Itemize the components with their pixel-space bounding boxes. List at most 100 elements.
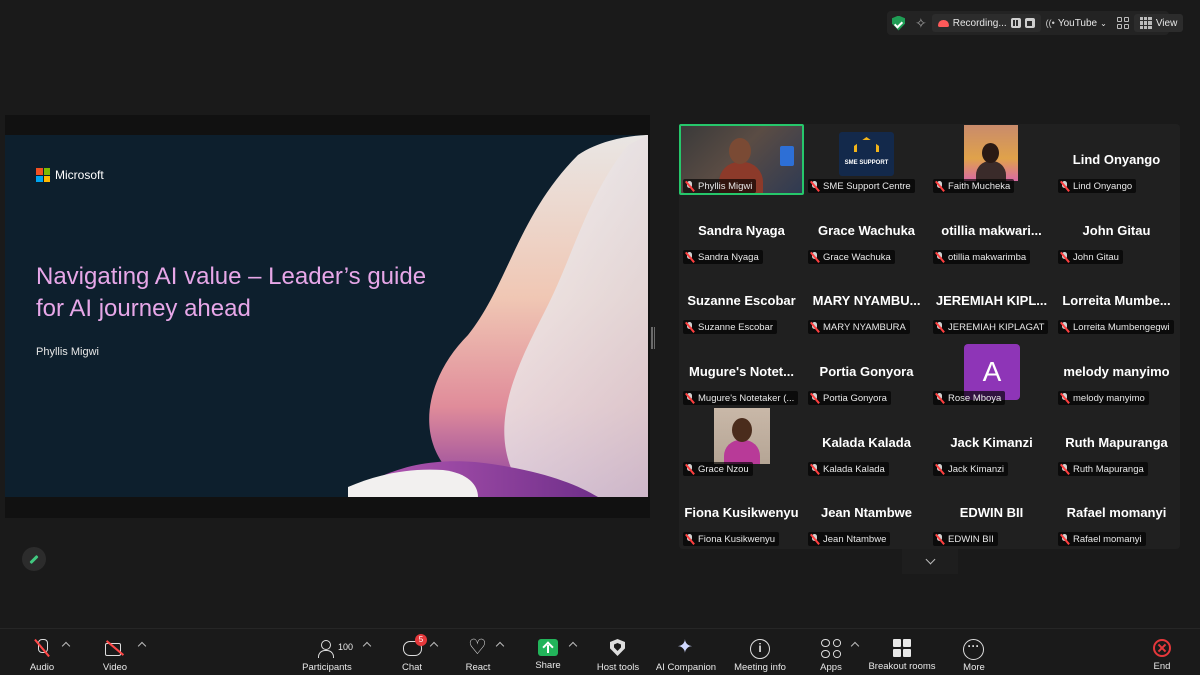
participant-label: Faith Mucheka bbox=[933, 179, 1015, 193]
mic-muted-icon bbox=[810, 180, 819, 192]
participant-name: Rafael momanyi bbox=[1066, 505, 1167, 520]
mic-muted-icon bbox=[935, 321, 944, 333]
video-button[interactable]: Video bbox=[95, 629, 135, 675]
more-button[interactable]: More bbox=[958, 629, 990, 675]
apps-button[interactable]: Apps bbox=[815, 629, 847, 675]
participant-tile[interactable]: Grace Nzou bbox=[679, 407, 804, 478]
chat-icon: 5 bbox=[401, 634, 427, 658]
recording-label: Recording... bbox=[952, 17, 1007, 29]
participant-tile[interactable]: EDWIN BII EDWIN BII bbox=[929, 477, 1054, 548]
meeting-info-button[interactable]: Meeting info bbox=[730, 629, 790, 675]
mic-muted-icon bbox=[31, 639, 53, 658]
participants-options-caret[interactable] bbox=[362, 641, 372, 651]
react-options-caret[interactable] bbox=[495, 641, 505, 651]
encryption-shield-icon[interactable] bbox=[887, 11, 910, 35]
livestream-menu[interactable]: ((• YouTube ⌄ bbox=[1041, 11, 1112, 35]
participant-label: MARY NYAMBURA bbox=[808, 320, 910, 334]
ai-companion-button[interactable]: AI Companion bbox=[654, 629, 718, 675]
participant-tile[interactable]: Lorreita Mumbe... Lorreita Mumbengegwi bbox=[1054, 265, 1179, 336]
react-button[interactable]: React bbox=[462, 629, 494, 675]
participant-tile[interactable]: otillia makwari... otillia makwarimba bbox=[929, 195, 1054, 266]
participant-tile[interactable]: melody manyimo melody manyimo bbox=[1054, 336, 1179, 407]
sme-support-logo: SME SUPPORT bbox=[839, 132, 894, 176]
annotate-pencil-button[interactable] bbox=[22, 547, 46, 571]
audio-button[interactable]: Audio bbox=[22, 629, 62, 675]
participant-tile[interactable]: MARY NYAMBU... MARY NYAMBURA bbox=[804, 265, 929, 336]
chat-options-caret[interactable] bbox=[429, 641, 439, 651]
participant-photo bbox=[714, 408, 770, 464]
pause-recording-button[interactable] bbox=[1010, 18, 1021, 28]
shared-screen[interactable]: Microsoft Navigating AI value – Leader’s… bbox=[5, 115, 650, 518]
participant-name: JEREMIAH KIPL... bbox=[935, 293, 1048, 308]
mic-muted-icon bbox=[935, 180, 944, 192]
mic-muted-icon bbox=[1060, 251, 1069, 263]
livestream-icon: ((• bbox=[1045, 18, 1055, 28]
participant-tile[interactable]: Jack Kimanzi Jack Kimanzi bbox=[929, 407, 1054, 478]
participant-name: Kalada Kalada bbox=[822, 435, 911, 450]
mic-muted-icon bbox=[935, 533, 944, 545]
participant-tile[interactable]: Fiona Kusikwenyu Fiona Kusikwenyu bbox=[679, 477, 804, 548]
participant-label: Phyllis Migwi bbox=[683, 179, 757, 193]
microsoft-wordmark: Microsoft bbox=[55, 168, 104, 182]
participant-tile[interactable]: John Gitau John Gitau bbox=[1054, 195, 1179, 266]
participant-tile[interactable]: Mugure's Notet... Mugure's Notetaker (..… bbox=[679, 336, 804, 407]
participant-label: Ruth Mapuranga bbox=[1058, 462, 1148, 476]
share-button[interactable]: Share bbox=[530, 629, 566, 675]
participant-tile[interactable]: SME SUPPORT SME Support Centre bbox=[804, 124, 929, 195]
mic-muted-icon bbox=[685, 392, 694, 404]
gallery-next-page-button[interactable] bbox=[902, 549, 958, 574]
participant-name: Ruth Mapuranga bbox=[1065, 435, 1168, 450]
mic-muted-icon bbox=[1060, 180, 1069, 192]
participant-tile[interactable]: Faith Mucheka bbox=[929, 124, 1054, 195]
participant-name: Suzanne Escobar bbox=[687, 293, 796, 308]
participant-tile[interactable]: JEREMIAH KIPL... JEREMIAH KIPLAGAT bbox=[929, 265, 1054, 336]
ai-sparkle-icon[interactable]: ✧ bbox=[910, 11, 932, 35]
participant-label: melody manyimo bbox=[1058, 391, 1149, 405]
meeting-toolbar: Audio Video Participants 100 5 Chat Reac… bbox=[0, 628, 1200, 675]
mic-muted-icon bbox=[1060, 463, 1069, 475]
participant-label: Jean Ntambwe bbox=[808, 532, 891, 546]
participant-tile[interactable]: Jean Ntambwe Jean Ntambwe bbox=[804, 477, 929, 548]
chevron-down-icon bbox=[925, 554, 935, 565]
chat-button[interactable]: 5 Chat bbox=[396, 629, 428, 675]
participant-tile[interactable]: Suzanne Escobar Suzanne Escobar bbox=[679, 265, 804, 336]
end-meeting-button[interactable]: End bbox=[1148, 629, 1176, 675]
participant-tile[interactable]: Lind Onyango Lind Onyango bbox=[1054, 124, 1179, 195]
participants-icon bbox=[316, 639, 338, 658]
mic-muted-icon bbox=[935, 463, 944, 475]
participant-tile[interactable]: Ruth Mapuranga Ruth Mapuranga bbox=[1054, 407, 1179, 478]
recording-indicator: Recording... bbox=[931, 14, 1041, 32]
apps-options-caret[interactable] bbox=[850, 641, 860, 651]
host-tools-button[interactable]: Host tools bbox=[594, 629, 642, 675]
pencil-icon bbox=[29, 554, 39, 564]
participant-tile[interactable]: A Rose Mboya bbox=[929, 336, 1054, 407]
host-shield-icon bbox=[607, 639, 629, 658]
participant-tile[interactable]: Rafael momanyi Rafael momanyi bbox=[1054, 477, 1179, 548]
participant-label: otillia makwarimba bbox=[933, 250, 1031, 264]
mic-muted-icon bbox=[810, 533, 819, 545]
participants-button[interactable]: Participants bbox=[297, 629, 357, 675]
participant-label: EDWIN BII bbox=[933, 532, 998, 546]
cloud-record-icon bbox=[937, 19, 949, 27]
gallery-layout-icon[interactable] bbox=[1112, 11, 1134, 35]
participant-name: Sandra Nyaga bbox=[698, 223, 785, 238]
stop-recording-button[interactable] bbox=[1024, 18, 1035, 28]
view-button[interactable]: View bbox=[1133, 14, 1184, 32]
splitter-handle[interactable] bbox=[651, 327, 656, 349]
participant-tile[interactable]: Phyllis Migwi bbox=[679, 124, 804, 195]
participant-name: Grace Wachuka bbox=[817, 223, 916, 238]
participant-label: Rose Mboya bbox=[933, 391, 1006, 405]
share-options-caret[interactable] bbox=[568, 641, 578, 651]
audio-options-caret[interactable] bbox=[61, 641, 71, 651]
breakout-rooms-button[interactable]: Breakout rooms bbox=[866, 629, 938, 675]
participant-name: John Gitau bbox=[1082, 223, 1151, 238]
participant-tile[interactable]: Grace Wachuka Grace Wachuka bbox=[804, 195, 929, 266]
participant-tile[interactable]: Portia Gonyora Portia Gonyora bbox=[804, 336, 929, 407]
participant-name: Lorreita Mumbe... bbox=[1062, 293, 1171, 308]
participant-tile[interactable]: Sandra Nyaga Sandra Nyaga bbox=[679, 195, 804, 266]
participant-label: Grace Nzou bbox=[683, 462, 753, 476]
participant-label: JEREMIAH KIPLAGAT bbox=[933, 320, 1049, 334]
video-options-caret[interactable] bbox=[137, 641, 147, 651]
participant-tile[interactable]: Kalada Kalada Kalada Kalada bbox=[804, 407, 929, 478]
meeting-status-bar: ✧ Recording... ((• YouTube ⌄ View bbox=[887, 11, 1184, 35]
